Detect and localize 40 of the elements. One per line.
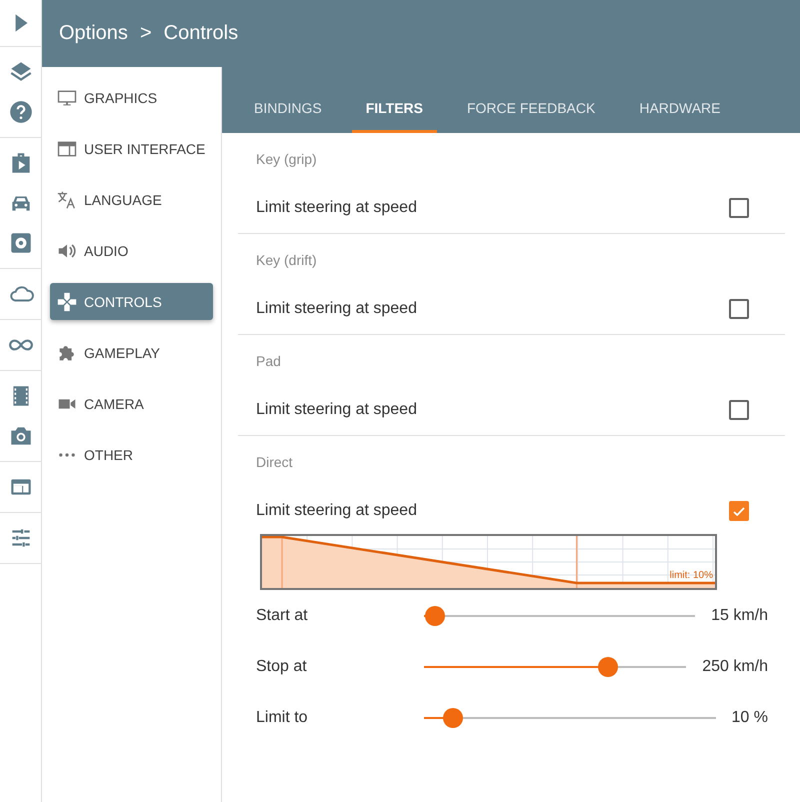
checkbox[interactable] — [729, 198, 749, 218]
section-title: Direct — [255, 453, 294, 472]
slider[interactable] — [424, 656, 686, 676]
slider-label: Stop at — [256, 658, 308, 676]
check-icon — [733, 506, 745, 516]
option-label: Limit steering at speed — [256, 199, 417, 217]
section-title: Key (drift) — [255, 251, 318, 270]
menu-item[interactable]: LANGUAGE — [50, 181, 213, 218]
menu-item[interactable]: CAMERA — [50, 385, 213, 422]
slider[interactable] — [424, 708, 716, 728]
section-title: Key (grip) — [255, 150, 318, 169]
tab[interactable]: FILTERS — [352, 85, 437, 133]
checkbox[interactable] — [729, 299, 749, 319]
menu-item[interactable]: GRAPHICS — [50, 79, 213, 116]
option-label: Limit steering at speed — [256, 300, 417, 318]
gamepad-icon — [56, 290, 78, 312]
slider-value: 15 km/h — [711, 606, 768, 624]
limit-label: limit: 10% — [670, 570, 713, 581]
menu-item[interactable]: AUDIO — [50, 232, 213, 269]
tab[interactable]: HARDWARE — [625, 85, 734, 133]
menu-item[interactable]: USER INTERFACE — [50, 130, 213, 167]
option-label: Limit steering at speed — [256, 502, 417, 520]
menu-item[interactable]: OTHER — [50, 436, 213, 473]
dots-icon — [59, 452, 75, 456]
slider-label: Limit to — [256, 708, 309, 726]
breadcrumb-link[interactable]: Options — [59, 22, 128, 45]
slider[interactable] — [424, 606, 696, 626]
slider-value: 250 km/h — [702, 658, 768, 676]
section-title: Pad — [255, 352, 282, 371]
option-label: Limit steering at speed — [256, 401, 417, 419]
slider-label: Start at — [256, 606, 309, 624]
page-title: Controls — [164, 22, 238, 45]
menu-item[interactable]: GAMEPLAY — [50, 334, 213, 371]
slider-value: 10 % — [732, 708, 768, 726]
tab[interactable]: FORCE FEEDBACK — [452, 85, 610, 133]
tab[interactable]: BINDINGS — [240, 85, 336, 133]
checkbox[interactable] — [729, 501, 749, 521]
checkbox[interactable] — [729, 400, 749, 420]
menu-item[interactable]: CONTROLS — [50, 283, 213, 320]
breadcrumb-separator: > — [140, 22, 152, 45]
